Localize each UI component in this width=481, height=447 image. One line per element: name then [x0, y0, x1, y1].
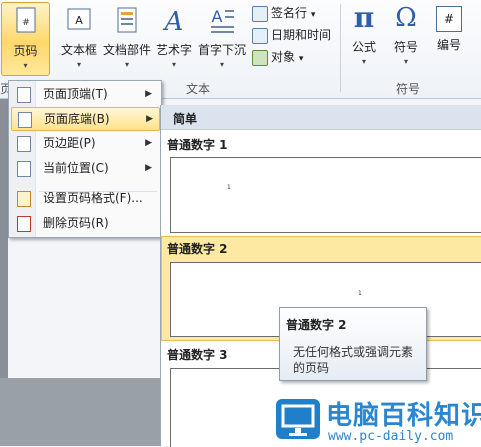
svg-text:A: A	[212, 7, 223, 26]
chevron-down-icon: ▾	[310, 10, 316, 20]
group-separator	[340, 4, 341, 92]
page-number-menu: 页面顶端(T) ▶ 页面底端(B) ▶ 页边距(P) ▶ 当前位置(C) ▶ 设…	[8, 80, 162, 238]
format-page-numbers-icon	[17, 191, 31, 207]
page-number-label: 页码	[13, 44, 38, 58]
quick-parts-button[interactable]: 文档部件 ▾	[102, 2, 152, 69]
group-label-symbols: 符号	[396, 82, 421, 96]
gallery-item-title: 普通数字 3	[167, 348, 228, 362]
text-box-button[interactable]: A 文本框 ▾	[58, 2, 100, 69]
menu-item-label: 页面顶端(T)	[43, 87, 108, 101]
quick-parts-icon	[117, 7, 137, 33]
tooltip: 普通数字 2 无任何格式或强调元素的页码	[279, 307, 427, 381]
menu-item-label: 设置页码格式(F)...	[43, 191, 143, 205]
pi-icon: π	[353, 1, 375, 34]
number-button[interactable]: # 编号	[430, 2, 468, 53]
chevron-right-icon: ▶	[145, 138, 152, 148]
number-icon: #	[436, 6, 462, 32]
equation-button[interactable]: π 公式 ▾	[346, 1, 382, 67]
page-margins-icon	[17, 136, 31, 152]
menu-item-bottom-of-page[interactable]: 页面底端(B) ▶	[11, 107, 160, 131]
page-number-preview: 1	[227, 184, 231, 191]
top-of-page-icon	[17, 87, 31, 103]
svg-text:A: A	[75, 14, 83, 27]
page-number-button[interactable]: # 页码 ▾	[1, 2, 50, 76]
gallery-header: 简单	[161, 105, 481, 130]
drop-cap-label: 首字下沉	[197, 43, 246, 57]
omega-icon: Ω	[395, 3, 417, 33]
document-background	[0, 378, 160, 446]
remove-page-numbers-icon	[17, 216, 31, 232]
chevron-down-icon: ▾	[219, 60, 224, 69]
monitor-logo-icon	[276, 399, 320, 439]
date-time-button[interactable]: 日期和时间	[252, 26, 331, 44]
wordart-button[interactable]: A 艺术字 ▾	[154, 2, 194, 69]
symbol-label: 符号	[393, 40, 418, 54]
tooltip-title: 普通数字 2	[286, 318, 347, 332]
chevron-down-icon: ▾	[403, 57, 408, 66]
drop-cap-button[interactable]: A 首字下沉 ▾	[197, 2, 247, 69]
equation-label: 公式	[351, 40, 376, 54]
object-button[interactable]: 对象 ▾	[252, 48, 303, 66]
number-label: 编号	[436, 38, 461, 52]
drop-cap-icon: A	[211, 7, 234, 33]
menu-item-label: 删除页码(R)	[43, 216, 109, 230]
object-icon	[252, 49, 268, 66]
chevron-right-icon: ▶	[146, 114, 153, 124]
gallery-header-label: 简单	[173, 112, 198, 126]
calendar-icon	[252, 27, 268, 44]
wordart-label: 艺术字	[155, 43, 192, 57]
signature-icon	[252, 5, 268, 22]
gallery-item-title: 普通数字 1	[167, 138, 228, 152]
signature-line-button[interactable]: 签名行 ▾	[252, 4, 315, 22]
menu-item-page-margins[interactable]: 页边距(P) ▶	[11, 132, 158, 154]
object-label: 对象	[271, 50, 296, 64]
menu-item-label: 当前位置(C)	[43, 161, 109, 175]
chevron-right-icon: ▶	[145, 89, 152, 99]
menu-item-remove-page-numbers[interactable]: 删除页码(R)	[11, 212, 158, 234]
group-label-text: 文本	[186, 82, 211, 96]
menu-item-label: 页面底端(B)	[44, 112, 110, 126]
menu-item-current-position[interactable]: 当前位置(C) ▶	[11, 157, 158, 179]
signature-line-label: 签名行	[271, 6, 308, 20]
chevron-down-icon: ▾	[76, 60, 81, 69]
chevron-down-icon: ▾	[171, 60, 176, 69]
svg-text:#: #	[22, 18, 30, 28]
text-box-icon: A	[67, 8, 91, 30]
watermark: 电脑百科知识 www.pc-daily.com	[270, 393, 481, 446]
quick-parts-label: 文档部件	[102, 43, 151, 57]
gallery-item-title: 普通数字 2	[167, 242, 228, 256]
watermark-title: 电脑百科知识	[326, 401, 481, 431]
tooltip-description: 无任何格式或强调元素的页码	[293, 345, 414, 375]
menu-item-format-page-numbers[interactable]: 设置页码格式(F)...	[11, 187, 158, 209]
menu-item-label: 页边距(P)	[43, 136, 96, 150]
chevron-right-icon: ▶	[145, 163, 152, 173]
chevron-down-icon: ▾	[23, 61, 28, 70]
chevron-down-icon: ▾	[124, 60, 129, 69]
svg-text:A: A	[163, 7, 184, 34]
gallery-item-plain-number-1[interactable]: 1	[170, 157, 481, 233]
symbol-button[interactable]: Ω 符号 ▾	[387, 2, 425, 66]
bottom-of-page-icon	[18, 112, 32, 128]
chevron-down-icon: ▾	[361, 57, 366, 66]
page-number-icon: #	[16, 7, 35, 33]
current-position-icon	[17, 161, 31, 177]
watermark-url: www.pc-daily.com	[328, 429, 454, 444]
wordart-icon: A	[163, 7, 184, 37]
menu-item-top-of-page[interactable]: 页面顶端(T) ▶	[11, 83, 158, 105]
text-box-label: 文本框	[60, 43, 97, 57]
chevron-down-icon: ▾	[298, 54, 304, 64]
page-number-preview: 1	[358, 290, 362, 297]
date-time-label: 日期和时间	[271, 28, 332, 42]
